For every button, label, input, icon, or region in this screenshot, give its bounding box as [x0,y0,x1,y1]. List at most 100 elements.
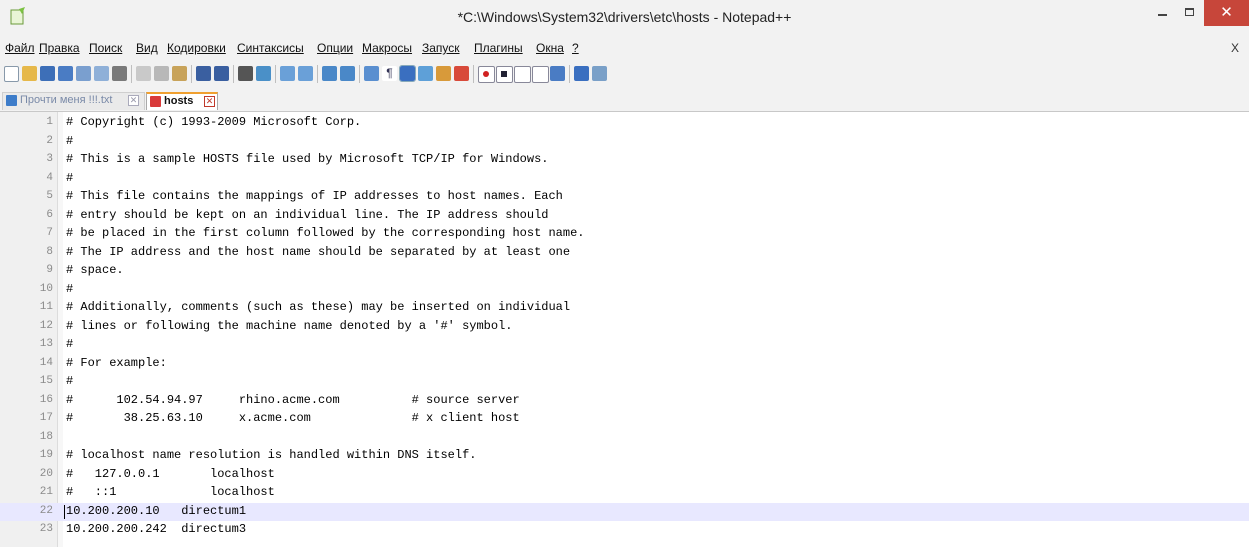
menu-options[interactable]: Опции [317,41,353,55]
new-file-icon[interactable] [4,66,19,82]
code-line[interactable]: 3 # This is a sample HOSTS file used by M… [0,151,1249,169]
close-icon[interactable] [76,66,91,81]
zoom-out-icon[interactable] [298,66,313,81]
code-line[interactable]: 22 10.200.200.10 directum1 [0,502,1249,521]
menu-encoding[interactable]: Кодировки [167,41,226,55]
code-line[interactable]: 15 # [0,373,1249,391]
code-line[interactable]: 18 [0,429,1249,447]
toolbar-separator [359,65,360,83]
find-icon[interactable] [238,66,253,81]
line-number: 13 [39,338,53,350]
close-all-icon[interactable] [94,66,109,81]
function-list-icon[interactable] [436,66,451,81]
code-line[interactable]: 14 # For example: [0,355,1249,373]
stop-macro-icon[interactable] [496,66,513,83]
record-macro-icon[interactable] [478,66,495,83]
code-line[interactable]: 7 # be placed in the first column followe… [0,225,1249,243]
toolbar-separator [317,65,318,83]
menu-plugins[interactable]: Плагины [474,41,523,55]
close-window-button[interactable]: ✕ [1204,0,1249,26]
sync-vertical-icon[interactable] [322,66,337,81]
line-number: 14 [39,356,53,369]
code-line[interactable]: 4 # [0,170,1249,188]
menu-help[interactable]: ? [572,41,579,55]
code-line[interactable]: 9 # space. [0,262,1249,280]
spell-check-icon[interactable] [574,66,589,81]
code-text: # entry should be kept on an individual … [66,207,549,222]
menu-edit[interactable]: Правка [39,41,80,55]
cut-icon[interactable] [136,66,151,81]
tab-close-icon[interactable]: ✕ [128,95,139,106]
menu-syntax[interactable]: Синтаксисы [237,41,304,55]
copy-icon[interactable] [154,66,169,81]
code-text: 10.200.200.10 directum1 [66,503,247,518]
open-file-icon[interactable] [22,66,37,81]
save-icon[interactable] [40,66,55,81]
menu-view[interactable]: Вид [136,41,158,55]
code-line[interactable]: 21 # ::1 localhost [0,484,1249,502]
code-text: # 38.25.63.10 x.acme.com # x client host [66,411,520,425]
maximize-button[interactable] [1176,0,1204,26]
code-line[interactable]: 13 # [0,336,1249,354]
code-line[interactable]: 8 # The IP address and the host name shou… [0,244,1249,262]
redo-icon[interactable] [214,66,229,81]
code-line[interactable]: 23 10.200.200.242 directum3 [0,521,1249,539]
code-text: # [66,170,74,185]
line-number: 15 [39,375,53,387]
code-text: # 127.0.0.1 localhost [66,466,275,481]
code-line[interactable]: 2 # [0,133,1249,151]
tab-close-icon[interactable]: ✕ [204,96,215,107]
paste-icon[interactable] [172,66,187,81]
run-macro-multiple-icon[interactable] [532,66,549,83]
code-text: # The IP address and the host name shoul… [66,244,571,259]
code-line[interactable]: 19 # localhost name resolution is handled… [0,447,1249,465]
doc-map-icon[interactable] [418,66,433,81]
undo-icon[interactable] [196,66,211,81]
code-line[interactable]: 1 # Copyright (c) 1993-2009 Microsoft Cor… [0,114,1249,132]
tab-readme[interactable]: Прочти меня !!!.txt ✕ [2,92,145,110]
menu-file[interactable]: Файл [5,41,35,55]
play-macro-icon[interactable] [514,66,531,83]
code-text: # [66,133,74,148]
code-line[interactable]: 5 # This file contains the mappings of IP… [0,188,1249,206]
menu-macros[interactable]: Макросы [362,41,412,55]
show-all-chars-icon[interactable]: ¶ [382,66,397,81]
code-line[interactable]: 11 # Additionally, comments (such as thes… [0,299,1249,317]
spell-check-options-icon[interactable] [592,66,607,81]
code-line[interactable]: 10 # [0,281,1249,299]
title-bar: *C:\Windows\System32\drivers\etc\hosts -… [0,0,1249,38]
code-text: # This file contains the mappings of IP … [66,189,563,203]
menu-search[interactable]: Поиск [89,41,122,55]
line-number: 5 [46,190,53,202]
line-number: 23 [39,523,53,535]
code-text: # [66,337,74,351]
folder-workspace-icon[interactable] [454,66,469,81]
code-line[interactable]: 12 # lines or following the machine name … [0,318,1249,336]
indent-guide-icon[interactable] [399,65,416,82]
save-all-icon[interactable] [58,66,73,81]
line-number: 1 [46,116,53,128]
line-number: 9 [46,264,53,276]
replace-icon[interactable] [256,66,271,81]
saved-file-icon [6,95,17,106]
code-line[interactable]: 17 # 38.25.63.10 x.acme.com # x client ho… [0,410,1249,428]
word-wrap-icon[interactable] [364,66,379,81]
code-text: # Additionally, comments (such as these)… [66,300,571,314]
code-text: # This is a sample HOSTS file used by Mi… [66,152,549,166]
close-document-button[interactable]: X [1231,41,1239,55]
print-icon[interactable] [112,66,127,81]
toolbar-separator [191,65,192,83]
code-line[interactable]: 20 # 127.0.0.1 localhost [0,466,1249,484]
line-number: 3 [46,153,53,165]
sync-horizontal-icon[interactable] [340,66,355,81]
toolbar-separator [569,65,570,83]
text-caret [64,504,65,519]
menu-run[interactable]: Запуск [422,41,460,55]
tab-hosts[interactable]: hosts ✕ [146,92,218,110]
menu-window[interactable]: Окна [536,41,564,55]
code-line[interactable]: 16 # 102.54.94.97 rhino.acme.com # source… [0,392,1249,410]
minimize-button[interactable] [1150,0,1176,26]
save-macro-icon[interactable] [550,66,565,81]
zoom-in-icon[interactable] [280,66,295,81]
code-line[interactable]: 6 # entry should be kept on an individual… [0,207,1249,225]
